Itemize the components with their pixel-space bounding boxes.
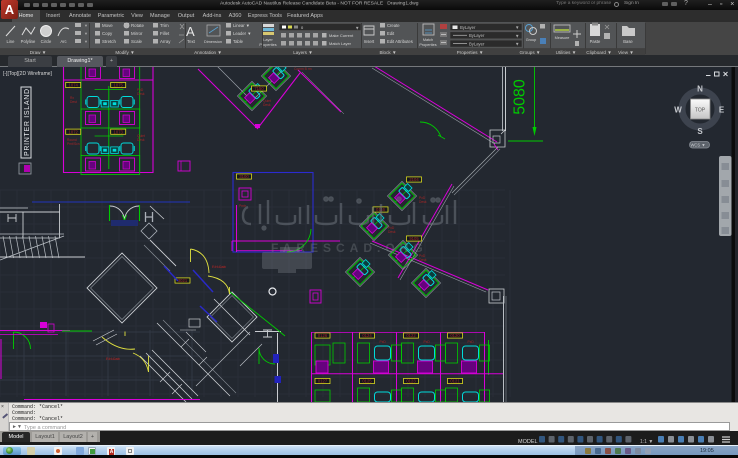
svg-text:Desk: Desk: [137, 138, 145, 142]
svg-text:ByLayer: ByLayer: [469, 33, 485, 38]
svg-text:Match Layer: Match Layer: [329, 41, 352, 46]
svg-text:Edit Attributes: Edit Attributes: [387, 39, 413, 44]
svg-text:E: E: [719, 106, 725, 115]
svg-text:WCS ▼: WCS ▼: [690, 143, 705, 148]
svg-text:0121: 0121: [450, 379, 460, 384]
svg-text:PxD: PxD: [468, 340, 475, 344]
svg-text:Table: Table: [233, 39, 244, 44]
svg-text:Comm B rm: Comm B rm: [294, 67, 312, 71]
svg-text:Paste: Paste: [590, 39, 601, 44]
svg-text:5080: 5080: [512, 79, 529, 115]
svg-text:Desk: Desk: [419, 200, 427, 204]
svg-text:N: N: [697, 85, 703, 94]
svg-text:0122: 0122: [406, 333, 416, 338]
svg-text:[-][Top][2D Wireframe]: [-][Top][2D Wireframe]: [3, 71, 53, 77]
svg-text:ByLayer: ByLayer: [469, 41, 485, 46]
svg-text:W: W: [674, 106, 682, 115]
svg-text:Base: Base: [623, 39, 633, 44]
svg-text:Properties: Properties: [259, 43, 276, 47]
svg-text:Measure: Measure: [555, 36, 570, 40]
svg-text:Linear ▼: Linear ▼: [233, 23, 250, 28]
svg-text:Circle: Circle: [41, 39, 52, 44]
svg-text:Leader ▼: Leader ▼: [233, 31, 251, 36]
svg-text:Desk: Desk: [419, 258, 427, 262]
svg-text:Dest: Dest: [70, 100, 77, 104]
svg-text:Layer: Layer: [263, 38, 273, 42]
svg-text:3100: 3100: [239, 174, 249, 179]
svg-text:1075: 1075: [114, 83, 124, 88]
svg-text:▼: ▼: [84, 39, 88, 44]
svg-text:Dimension: Dimension: [204, 40, 222, 44]
svg-text:S: S: [697, 127, 703, 136]
svg-text:Array: Array: [160, 39, 171, 44]
svg-text:Create: Create: [387, 23, 400, 28]
svg-text:Desk: Desk: [388, 230, 396, 234]
svg-text:Move: Move: [102, 23, 113, 28]
svg-text:▼: ▼: [355, 26, 359, 31]
svg-text:TOP: TOP: [695, 108, 706, 114]
svg-text:F.H.Cab: F.H.Cab: [106, 357, 120, 361]
svg-text:Rotate: Rotate: [131, 23, 144, 28]
svg-text:Trim: Trim: [160, 23, 169, 28]
svg-text:Scale: Scale: [131, 39, 143, 44]
svg-text:0124: 0124: [362, 333, 372, 338]
svg-text:Match: Match: [423, 38, 433, 42]
svg-text:▼: ▼: [515, 42, 519, 47]
svg-text:▼: ▼: [84, 23, 88, 28]
svg-text:Polyline: Polyline: [21, 39, 36, 44]
svg-text:Stretch: Stretch: [102, 39, 116, 44]
svg-text:1072: 1072: [69, 129, 79, 134]
svg-text:3021: 3021: [178, 278, 188, 283]
svg-text:0125: 0125: [362, 379, 372, 384]
svg-text:Line: Line: [7, 39, 16, 44]
svg-text:0123: 0123: [406, 379, 416, 384]
svg-text:1074: 1074: [69, 83, 79, 88]
svg-text:Desk: Desk: [263, 103, 271, 107]
svg-text:PRINTER ISLAND: PRINTER ISLAND: [24, 88, 31, 156]
svg-text:Edit: Edit: [387, 31, 395, 36]
svg-text:▼: ▼: [84, 31, 88, 36]
svg-text:PxD: PxD: [424, 340, 431, 344]
svg-text:Copy: Copy: [102, 31, 113, 36]
svg-text:Text: Text: [187, 39, 196, 44]
svg-text:▼: ▼: [515, 25, 519, 30]
svg-text:Group: Group: [526, 38, 537, 42]
svg-text:Desk: Desk: [137, 92, 145, 96]
svg-text:1073: 1073: [114, 129, 124, 134]
svg-text:7150: 7150: [254, 86, 264, 91]
svg-text:Prnt/Scn: Prnt/Scn: [67, 142, 80, 146]
svg-text:Mirror: Mirror: [131, 31, 143, 36]
svg-text:0127: 0127: [318, 379, 328, 384]
svg-text:PxD: PxD: [380, 340, 387, 344]
svg-text:Make Current: Make Current: [329, 33, 354, 38]
svg-text:▼: ▼: [515, 33, 519, 38]
svg-text:0126: 0126: [318, 333, 328, 338]
svg-text:0120: 0120: [450, 333, 460, 338]
svg-text:Fillet: Fillet: [160, 31, 170, 36]
svg-text:Arc: Arc: [60, 39, 66, 44]
svg-text:ByLayer: ByLayer: [460, 25, 476, 30]
svg-text:2104: 2104: [409, 177, 419, 182]
svg-text:A: A: [186, 24, 195, 39]
svg-text:Insert: Insert: [364, 39, 375, 44]
svg-text:F.H.Cab: F.H.Cab: [212, 265, 226, 269]
svg-text:Properties: Properties: [419, 43, 436, 47]
